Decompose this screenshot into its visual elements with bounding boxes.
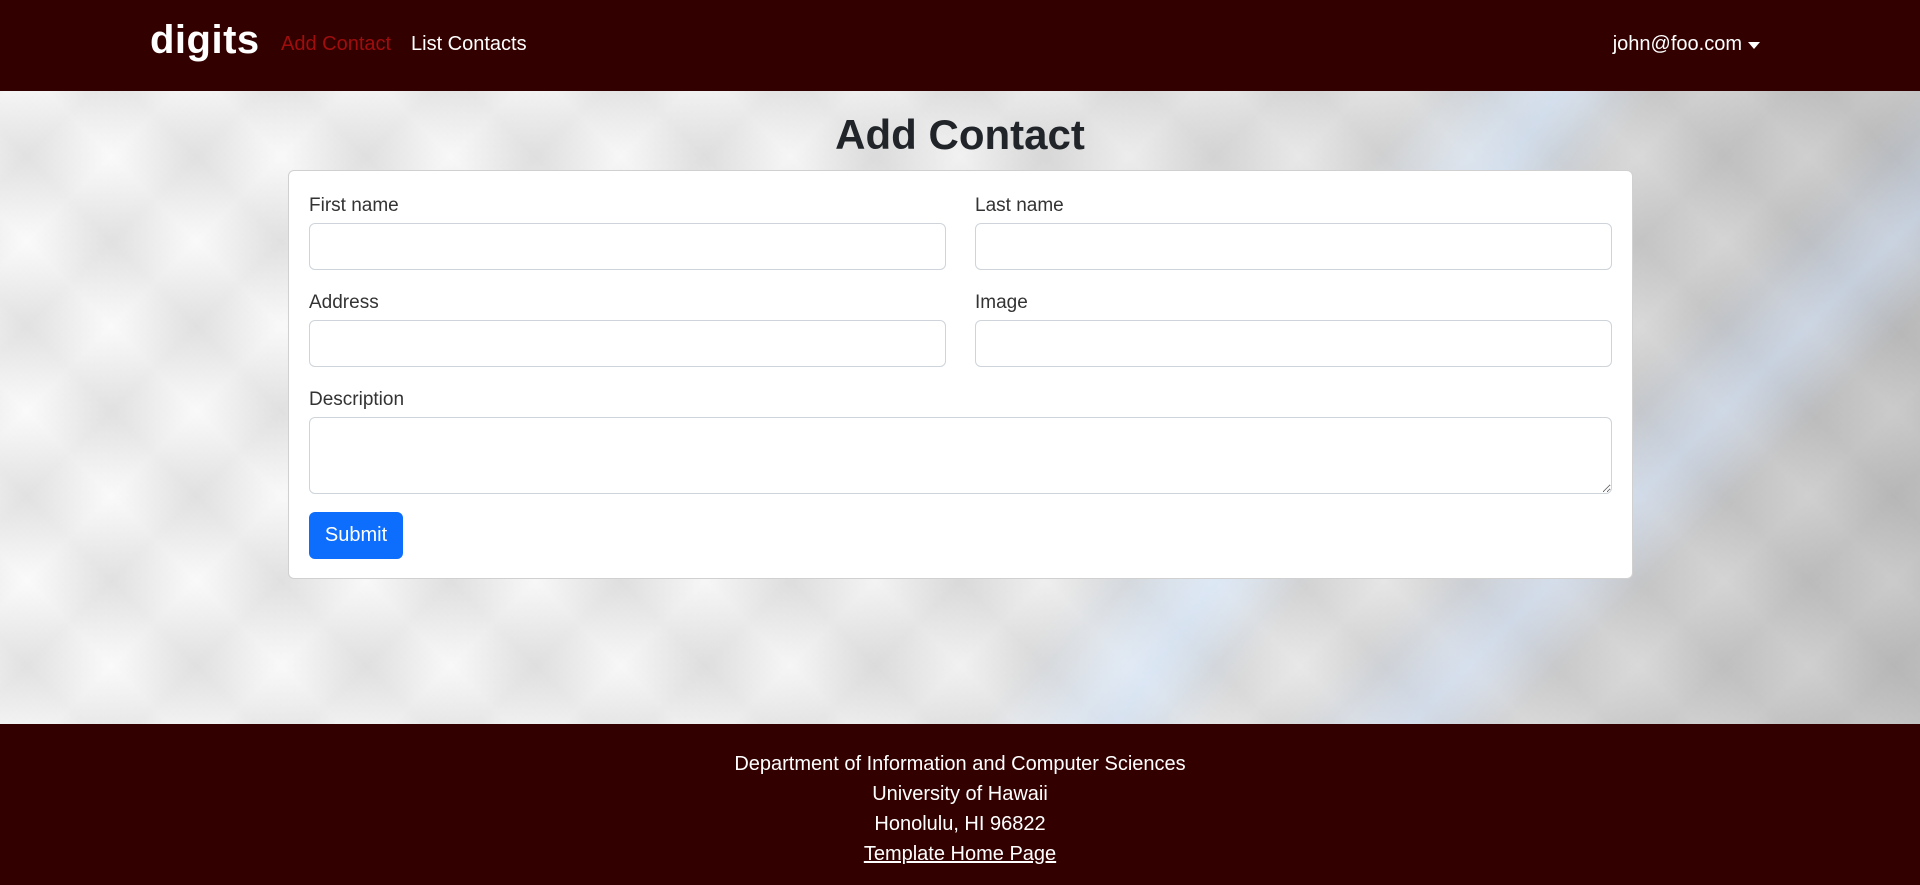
main-content: Add Contact First name Last name Address… [0, 91, 1920, 724]
user-email: john@foo.com [1612, 33, 1742, 55]
address-input[interactable] [309, 320, 946, 367]
image-input[interactable] [975, 320, 1612, 367]
address-group: Address [309, 292, 946, 367]
template-home-link[interactable]: Template Home Page [864, 843, 1056, 865]
address-label: Address [309, 292, 379, 313]
footer-university: University of Hawaii [872, 783, 1048, 805]
image-label: Image [975, 292, 1028, 313]
last-name-group: Last name [975, 195, 1612, 270]
last-name-input[interactable] [975, 223, 1612, 270]
first-name-label: First name [309, 195, 399, 216]
page-title: Add Contact [835, 111, 1085, 158]
footer-department: Department of Information and Computer S… [734, 753, 1186, 775]
user-menu-dropdown[interactable]: john@foo.com [1613, 33, 1760, 56]
description-textarea[interactable] [309, 417, 1612, 494]
first-name-group: First name [309, 195, 946, 270]
description-label: Description [309, 389, 405, 410]
navbar: digits Add Contact List Contacts john@fo… [0, 0, 1920, 91]
image-group: Image [975, 292, 1612, 367]
footer: Department of Information and Computer S… [0, 724, 1920, 885]
nav-link-list-contacts[interactable]: List Contacts [411, 33, 527, 56]
last-name-label: Last name [975, 195, 1064, 216]
nav-link-add-contact[interactable]: Add Contact [281, 33, 391, 56]
submit-button[interactable]: Submit [309, 512, 403, 559]
add-contact-form: First name Last name Address Image Descr… [288, 170, 1633, 579]
caret-down-icon [1748, 42, 1760, 49]
footer-address: Honolulu, HI 96822 [874, 813, 1046, 835]
description-group: Description [309, 389, 1612, 494]
first-name-input[interactable] [309, 223, 946, 270]
brand-logo[interactable]: digits [150, 18, 260, 63]
